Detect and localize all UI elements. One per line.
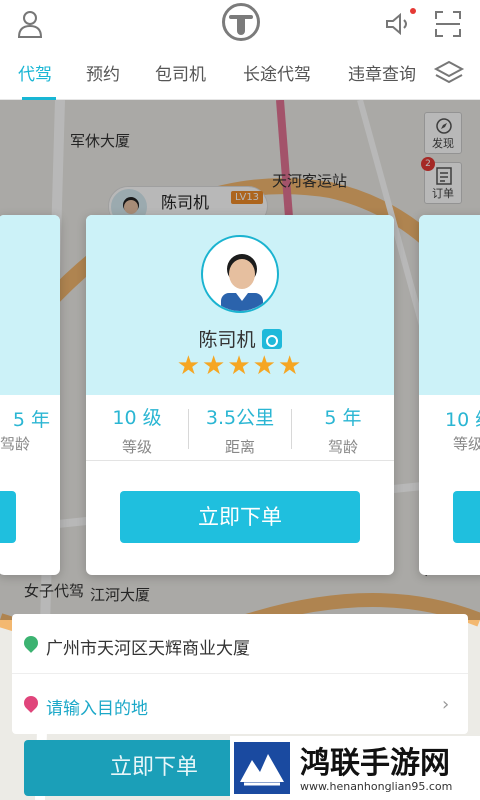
stat-label: 距离: [224, 438, 255, 456]
stat-label: 等级: [121, 438, 152, 456]
driver-stats: 10 级 等级 3.5公里 距离 5 年 驾龄: [86, 397, 394, 461]
stat-label: 驾龄: [327, 438, 358, 456]
pickup-pin-icon: [21, 633, 41, 653]
stat-value: 5 年: [12, 409, 50, 431]
stat-value: 10 级: [445, 409, 480, 431]
layers-icon[interactable]: [432, 56, 466, 90]
destination-pin-icon: [21, 693, 41, 713]
address-panel: 广州市天河区天辉商业大厦 请输入目的地 ›: [12, 614, 468, 734]
driver-card-previous[interactable]: 5 年 驾龄: [0, 215, 60, 575]
scan-icon[interactable]: [432, 8, 464, 40]
order-button[interactable]: [0, 491, 16, 543]
steering-wheel-logo: [222, 3, 260, 41]
driver-avatar: [201, 235, 279, 313]
chevron-right-icon: ›: [442, 694, 450, 715]
stat-experience: 5 年 驾龄: [292, 397, 394, 461]
driver-name-row: 陈司机: [86, 325, 394, 352]
card-header-bg: [0, 215, 60, 395]
tab-changtu[interactable]: 长途代驾: [243, 60, 311, 85]
order-now-button[interactable]: 立即下单: [120, 491, 360, 543]
pickup-row[interactable]: 广州市天河区天辉商业大厦: [12, 616, 468, 674]
stat-distance: 3.5公里 距离: [189, 397, 291, 461]
male-icon: [261, 329, 282, 349]
watermark-url: www.henanhonglian95.com: [300, 780, 453, 793]
active-tab-indicator: [22, 97, 56, 100]
stat-label: 等级: [453, 435, 480, 453]
pickup-address: 广州市天河区天辉商业大厦: [46, 639, 250, 659]
stat-value: 10 级: [112, 407, 162, 429]
notification-dot: [410, 8, 416, 14]
rating-stars: ★★★★★: [176, 351, 304, 381]
card-header-bg: [419, 215, 480, 395]
destination-row[interactable]: 请输入目的地 ›: [12, 676, 468, 734]
driver-card-next[interactable]: 10 级 等级: [419, 215, 480, 575]
tab-yuyue[interactable]: 预约: [86, 60, 120, 85]
destination-input[interactable]: 请输入目的地: [46, 694, 148, 719]
user-icon[interactable]: [14, 8, 46, 40]
watermark: 鸿联手游网 www.henanhonglian95.com: [230, 736, 480, 800]
top-bar: [0, 0, 480, 48]
watermark-logo: [234, 742, 290, 794]
tab-weizhang[interactable]: 违章查询: [348, 60, 424, 85]
service-tabs: 代驾 预约 包司机 长途代驾 违章查询: [0, 48, 480, 100]
stat-value: 5 年: [324, 407, 362, 429]
order-button[interactable]: [453, 491, 480, 543]
tab-baosiji[interactable]: 包司机: [155, 60, 206, 85]
driver-name: 陈司机: [198, 329, 256, 351]
stat-label: 驾龄: [0, 435, 30, 453]
driver-card: 陈司机 ★★★★★ 10 级 等级 3.5公里 距离 5 年 驾龄 立即下单: [86, 215, 394, 575]
tab-daijia[interactable]: 代驾: [18, 60, 52, 85]
speaker-icon[interactable]: [382, 8, 414, 40]
watermark-title: 鸿联手游网: [300, 746, 450, 781]
stat-level: 10 级 等级: [86, 397, 188, 461]
stat-value: 3.5公里: [205, 407, 275, 429]
